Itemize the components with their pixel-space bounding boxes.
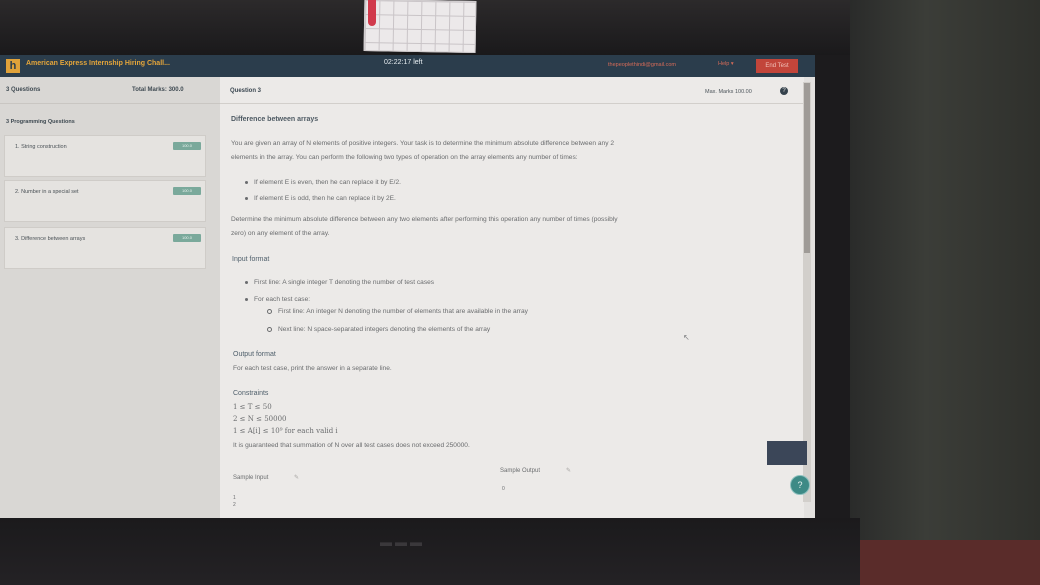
bullet-icon [245,297,248,301]
question-list-panel: 3 Questions Total Marks: 300.0 3 Program… [0,77,220,518]
bullet-icon [245,280,248,284]
bullet-icon [245,180,248,184]
question-list-header: 3 Questions Total Marks: 300.0 [0,77,220,104]
constraints-title: Constraints [233,390,269,397]
input-sub-2: Next line: N space-separated integers de… [278,326,491,333]
info-icon[interactable]: ? [780,87,788,95]
sample-input-value: 1 [233,495,236,501]
timer: 02:22:17 left [384,59,423,66]
list-item: For each test case: [245,296,310,303]
background-wall [850,0,1040,585]
operation-even: If element E is even, then he can replac… [254,179,401,186]
bullet-icon [267,308,272,314]
scrollbar-thumb[interactable] [804,83,810,253]
mouse-cursor-icon: ↖ [683,333,690,342]
user-email[interactable]: thepeoplethindi@gmail.com [608,62,676,68]
marks-badge: 100.0 [173,234,201,242]
pen-photo [368,0,376,26]
brand-logo[interactable]: h [6,59,20,73]
sample-output-label: Sample Output [500,468,541,474]
sample-input-value: 2 [233,502,236,508]
section-label: 3 Programming Questions [6,119,75,125]
question-item-2[interactable]: 2. Number in a special set 100.0 [4,180,206,222]
bullet-icon [245,196,248,200]
question-header: Question 3 Max. Marks 100.00 ? [220,77,804,104]
laptop-bezel-bottom [0,518,860,585]
problem-title: Difference between arrays [231,116,319,123]
list-item: If element E is odd, then he can replace… [245,195,396,202]
question-item-1[interactable]: 1. String construction 100.0 [4,135,206,177]
marks-badge: 100.0 [173,187,201,195]
input-format-title: Input format [232,256,270,263]
input-sub-1: First line: An integer N denoting the nu… [278,308,528,315]
pencil-icon[interactable]: ✎ [294,474,299,481]
laptop-screen: h American Express Internship Hiring Cha… [0,55,815,518]
marks-badge: 100.0 [173,142,201,150]
bullet-icon [267,326,272,332]
side-widget[interactable] [767,441,807,465]
input-first-line: First line: A single integer T denoting … [254,279,435,286]
question-item-label: 2. Number in a special set [15,189,79,195]
determine-line-1: Determine the minimum absolute differenc… [231,216,618,223]
constraint-4: It is guaranteed that summation of N ove… [233,442,470,449]
help-label: Help [718,61,730,67]
chat-help-button[interactable]: ? [790,475,810,495]
sample-input-label: Sample Input [233,475,269,481]
list-item: First line: An integer N denoting the nu… [267,308,528,315]
question-item-3[interactable]: 3. Difference between arrays 100.0 [4,227,206,269]
question-item-label: 1. String construction [15,144,67,150]
constraint-3: 1 ≤ A[i] ≤ 10⁹ for each valid i [233,427,338,435]
intro-line-1: You are given an array of N elements of … [231,140,615,147]
background-object [855,540,1040,585]
questions-count: 3 Questions [6,87,41,93]
intro-line-2: elements in the array. You can perform t… [231,154,578,161]
caret-down-icon: ▾ [730,61,734,67]
laptop-logo: ▬▬▬ [380,535,425,549]
determine-line-2: zero) on any element of the array. [231,230,330,237]
total-marks: Total Marks: 300.0 [132,87,184,93]
pencil-icon[interactable]: ✎ [566,467,571,474]
help-menu[interactable]: Help ▾ [718,61,734,67]
list-item: First line: A single integer T denoting … [245,279,434,286]
list-item: If element E is even, then he can replac… [245,179,401,186]
output-text: For each test case, print the answer in … [233,365,392,372]
end-test-button[interactable]: End Test [756,59,798,73]
app-title: American Express Internship Hiring Chall… [26,60,170,67]
list-item: Next line: N space-separated integers de… [267,326,490,333]
input-for-each: For each test case: [254,296,311,303]
question-number: Question 3 [230,88,262,94]
operation-odd: If element E is odd, then he can replace… [254,195,396,202]
max-marks: Max. Marks 100.00 [705,89,752,95]
sample-output-value: 0 [502,486,505,492]
top-bar: h American Express Internship Hiring Cha… [0,55,815,77]
question-item-label: 3. Difference between arrays [15,236,86,242]
sticky-note-photo [363,0,477,53]
output-format-title: Output format [233,351,276,358]
